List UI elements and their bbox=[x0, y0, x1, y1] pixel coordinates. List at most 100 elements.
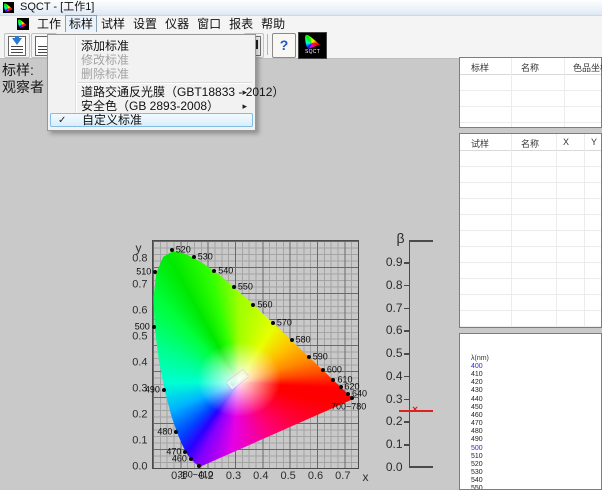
checkmark-icon: ✓ bbox=[58, 114, 66, 127]
menubar-item[interactable]: 报表 bbox=[225, 15, 257, 33]
wavelength-point bbox=[232, 285, 236, 289]
y-tick-label: 0.5 bbox=[132, 332, 147, 343]
x-tick-label: 0.6 bbox=[308, 471, 323, 482]
import-standard-icon bbox=[8, 36, 26, 56]
wavelength-label: 380~410 bbox=[178, 470, 213, 479]
submenu-arrow-icon: ▸ bbox=[242, 99, 247, 113]
observer-label: 观察者 bbox=[2, 77, 44, 97]
wavelength-label: 520 bbox=[176, 246, 191, 255]
wavelength-label: 490 bbox=[145, 386, 160, 395]
menu-item-label: 添加标准 bbox=[81, 39, 129, 53]
wavelength-label: 560 bbox=[257, 300, 272, 309]
menu-item-safety-color[interactable]: 安全色（GB 2893-2008）▸ bbox=[50, 99, 253, 113]
wavelength-point bbox=[152, 325, 156, 329]
menu-separator bbox=[78, 82, 252, 84]
import-standard-button[interactable] bbox=[4, 33, 30, 58]
x-tick-label: 0.1 bbox=[171, 471, 186, 482]
wavelength-label: 590 bbox=[313, 352, 328, 361]
wavelength-label: 460 bbox=[172, 455, 187, 464]
menubar-item[interactable]: 试样 bbox=[97, 15, 129, 33]
wavelength-label: 540 bbox=[218, 266, 233, 275]
wavelength-label: 480 bbox=[157, 428, 172, 437]
wavelength-value: 490 bbox=[471, 436, 601, 444]
sqct-gamut-icon bbox=[305, 34, 320, 49]
wavelength-value: 550 bbox=[471, 485, 601, 490]
wavelength-value: 530 bbox=[471, 469, 601, 477]
menubar-item[interactable]: 仪器 bbox=[161, 15, 193, 33]
y-tick-label: 0.4 bbox=[132, 358, 147, 369]
column-header[interactable]: 名称 bbox=[521, 61, 539, 74]
menu-item-add-standard[interactable]: 添加标准 bbox=[50, 39, 253, 53]
wavelength-point bbox=[162, 388, 166, 392]
beta-tick bbox=[404, 353, 409, 355]
menu-item-delete-standard[interactable]: 删除标准 bbox=[50, 67, 253, 81]
wavelength-value: 410 bbox=[471, 371, 601, 379]
standards-table-header: 标样 名称 色品坐标 bbox=[460, 58, 601, 75]
sqct-logo-label: SQCT bbox=[305, 49, 320, 55]
column-header[interactable]: 名称 bbox=[521, 137, 539, 150]
wavelength-point bbox=[197, 464, 201, 468]
samples-table-panel: 试样 名称 X Y bbox=[459, 133, 602, 328]
column-header[interactable]: 标样 bbox=[471, 61, 489, 74]
beta-tick bbox=[404, 285, 409, 287]
samples-table-body[interactable] bbox=[460, 151, 601, 327]
wavelength-list-panel[interactable]: λ(nm) 4004104204304404504604704804905005… bbox=[459, 333, 602, 490]
chart-selection-marker bbox=[226, 370, 248, 390]
wavelength-point bbox=[290, 338, 294, 342]
column-header[interactable]: 试样 bbox=[471, 137, 489, 150]
wavelength-label: 620 bbox=[345, 382, 360, 391]
window-title: SQCT - [工作1] bbox=[20, 0, 94, 15]
wavelength-point bbox=[350, 396, 354, 400]
y-tick-label: 0.1 bbox=[132, 436, 147, 447]
standards-table-panel: 标样 名称 色品坐标 bbox=[459, 57, 602, 128]
beta-tick-label: 0.4 bbox=[386, 370, 403, 382]
menubar-item[interactable]: 设置 bbox=[129, 15, 161, 33]
menubar-item[interactable]: 窗口 bbox=[193, 15, 225, 33]
y-tick-label: 0.0 bbox=[132, 462, 147, 473]
menubar-item[interactable]: 标样 bbox=[65, 15, 97, 33]
wavelength-label: 470 bbox=[166, 447, 181, 456]
wavelength-value: 510 bbox=[471, 453, 601, 461]
menubar-item[interactable]: 工作 bbox=[33, 15, 65, 33]
wavelength-point bbox=[183, 450, 187, 454]
beta-tick bbox=[404, 444, 409, 446]
wavelength-point bbox=[212, 269, 216, 273]
x-tick-label: 0.2 bbox=[199, 471, 214, 482]
submenu-arrow-icon: ▸ bbox=[242, 85, 247, 99]
menu-item-road-reflective-film[interactable]: 道路交通反光膜（GBT18833 - 2012）▸ bbox=[50, 85, 253, 99]
sqct-logo-button[interactable]: SQCT bbox=[298, 32, 327, 59]
menu-item-modify-standard[interactable]: 修改标准 bbox=[50, 53, 253, 67]
x-tick-label: 0.5 bbox=[281, 471, 296, 482]
column-header[interactable]: X bbox=[563, 137, 569, 147]
wavelength-value: 470 bbox=[471, 420, 601, 428]
wavelength-label: 610 bbox=[337, 376, 352, 385]
wavelength-value: 420 bbox=[471, 379, 601, 387]
wavelength-label: 600 bbox=[327, 366, 342, 375]
wavelength-value: 450 bbox=[471, 404, 601, 412]
help-button[interactable]: ? bbox=[272, 33, 296, 58]
wavelength-point bbox=[170, 248, 174, 252]
wavelength-point bbox=[153, 270, 157, 274]
wavelength-value: 540 bbox=[471, 477, 601, 485]
y-tick-label: 0.8 bbox=[132, 254, 147, 265]
title-bar: SQCT - [工作1] bbox=[0, 0, 602, 16]
beta-axis-cap bbox=[409, 240, 433, 242]
wavelength-label: 700~780 bbox=[331, 403, 366, 412]
menu-item-custom-standard[interactable]: 自定义标准 ✓ bbox=[50, 113, 253, 127]
standards-table-body[interactable] bbox=[460, 75, 601, 127]
document-gamut-icon bbox=[18, 19, 27, 28]
document-icon[interactable] bbox=[17, 18, 29, 30]
beta-tick-label: 0.5 bbox=[386, 347, 403, 359]
wavelength-point bbox=[307, 355, 311, 359]
wavelength-list-title: λ(nm) bbox=[471, 354, 601, 363]
menu-item-label: 道路交通反光膜（GBT18833 - 2012） bbox=[81, 85, 284, 99]
menubar-item[interactable]: 帮助 bbox=[257, 15, 289, 33]
beta-tick-label: 0.8 bbox=[386, 279, 403, 291]
beta-tick bbox=[404, 376, 409, 378]
menu-item-label: 修改标准 bbox=[81, 53, 129, 67]
column-header[interactable]: Y bbox=[591, 137, 597, 147]
app-icon bbox=[3, 2, 14, 13]
y-tick-label: 0.2 bbox=[132, 410, 147, 421]
menu-item-label: 自定义标准 bbox=[82, 114, 142, 127]
column-header[interactable]: 色品坐标 bbox=[573, 61, 602, 74]
